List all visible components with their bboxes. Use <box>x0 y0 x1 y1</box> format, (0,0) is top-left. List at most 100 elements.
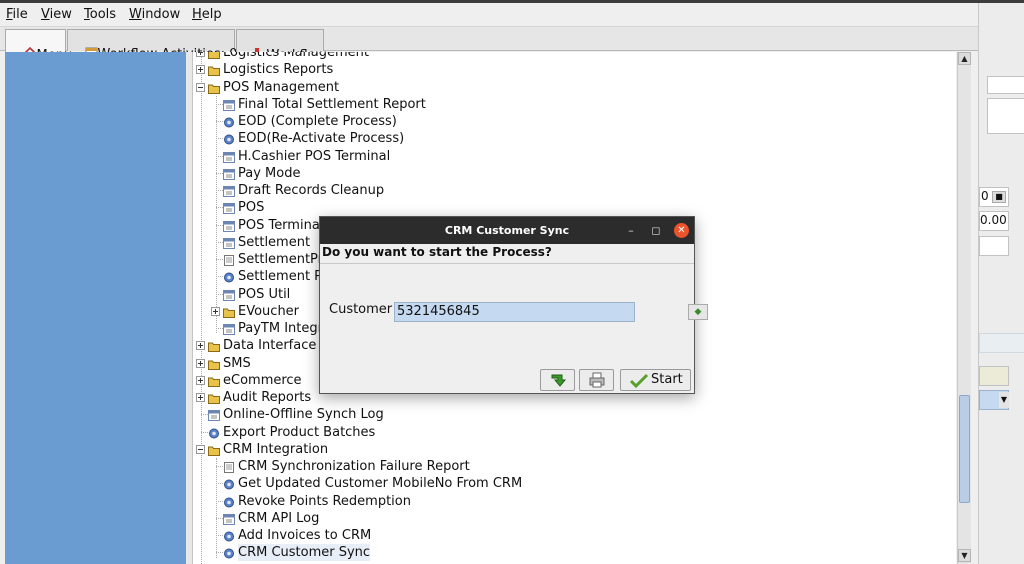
green-arrow-icon <box>551 374 566 387</box>
tree-item[interactable]: CRM Customer Sync <box>193 544 953 564</box>
tree-item-label: CRM API Log <box>238 510 320 526</box>
expand-icon[interactable] <box>196 65 205 75</box>
expand-icon[interactable] <box>196 52 205 57</box>
customer-value[interactable]: 5321456845 <box>397 304 480 319</box>
start-button-label: Start <box>651 372 683 387</box>
tree-item[interactable]: Final Total Settlement Report <box>193 96 953 113</box>
refresh-button[interactable] <box>540 369 575 391</box>
tree-item[interactable]: Revoke Points Redemption <box>193 493 953 510</box>
tree-connector <box>216 552 223 554</box>
expand-icon[interactable] <box>196 341 205 351</box>
tree-item-label: CRM Integration <box>223 441 329 457</box>
chevron-down-icon[interactable]: ▼ <box>999 392 1009 408</box>
tab-menu[interactable]: Menu <box>5 29 72 63</box>
customer-field[interactable]: 5321456845 ◆ <box>394 302 708 322</box>
tree-item-label: H.Cashier POS Terminal <box>238 148 391 164</box>
right-textarea[interactable] <box>987 98 1024 134</box>
tree-item-label: Data Interface <box>223 338 317 354</box>
menu-window[interactable]: Window <box>129 7 180 22</box>
customer-search-icon[interactable]: ◆ <box>688 304 708 320</box>
left-blue-pane <box>5 52 186 564</box>
tree-connector <box>216 466 223 467</box>
tree-connector <box>216 103 223 105</box>
right-field-3[interactable] <box>979 236 1009 256</box>
tree-item[interactable]: Pay Mode <box>193 165 953 182</box>
expand-icon[interactable] <box>196 358 205 368</box>
tree-item[interactable]: Draft Records Cleanup <box>193 182 953 199</box>
collapse-icon[interactable] <box>196 444 205 454</box>
tree-scrollbar[interactable]: ▲ ▼ <box>957 52 971 564</box>
tree-item[interactable]: CRM API Log <box>193 510 953 527</box>
tree-item[interactable]: Online-Offline Synch Log <box>193 406 953 423</box>
tab-workflow-activities[interactable]: Workflow Activities: 0 <box>67 29 237 62</box>
expand-icon[interactable] <box>196 375 205 385</box>
tree-connector <box>216 328 223 329</box>
tree-item-label: POS Util <box>238 286 291 302</box>
tree-connector <box>216 207 223 209</box>
right-field-1[interactable] <box>987 76 1024 94</box>
tree-item-label: Logistics Management <box>223 52 370 60</box>
tree-item-label: Export Product Batches <box>223 424 376 440</box>
dialog-titlebar[interactable]: CRM Customer Sync – ◻ ✕ <box>320 217 694 244</box>
expand-icon[interactable] <box>211 306 220 316</box>
tree-connector <box>216 190 223 191</box>
tree-connector <box>201 414 208 416</box>
menu-tools[interactable]: Tools <box>84 7 116 22</box>
tree-connector <box>216 535 223 536</box>
tree-folder[interactable]: CRM Integration <box>193 441 953 458</box>
tree-connector <box>216 121 223 122</box>
tree-item-label: Final Total Settlement Report <box>238 96 426 112</box>
checkmark-icon <box>629 373 649 389</box>
tree-folder[interactable]: Logistics Reports <box>193 61 953 78</box>
tree-item[interactable]: EOD(Re-Activate Process) <box>193 130 953 147</box>
tree-connector <box>216 224 223 226</box>
tree-connector <box>216 138 223 140</box>
tree-item[interactable]: EOD (Complete Process) <box>193 113 953 130</box>
tree-item[interactable]: Get Updated Customer MobileNo From CRM <box>193 475 953 492</box>
tree-item-label: Add Invoices to CRM <box>238 528 372 543</box>
scrollbar-thumb[interactable] <box>959 395 970 503</box>
scroll-up-icon[interactable]: ▲ <box>958 52 971 65</box>
tree-connector <box>216 293 223 295</box>
print-button[interactable] <box>579 369 614 391</box>
minimize-icon[interactable]: – <box>623 223 639 239</box>
tree-connector <box>216 155 223 157</box>
tree-item-label: Logistics Reports <box>223 62 334 78</box>
tree-item-label: eCommerce <box>223 372 302 388</box>
scroll-down-icon[interactable]: ▼ <box>958 549 971 562</box>
right-dropdown[interactable]: ▼ <box>979 390 1009 410</box>
tree-folder[interactable]: Logistics Management <box>193 52 953 61</box>
tree-item[interactable]: Export Product Batches <box>193 424 953 441</box>
tree-folder[interactable]: POS Management <box>193 79 953 96</box>
maximize-icon[interactable]: ◻ <box>648 223 664 239</box>
tree-item[interactable]: Add Invoices to CRM <box>193 527 953 544</box>
tree-connector <box>201 431 208 433</box>
tree-item-label: Online-Offline Synch Log <box>223 407 384 423</box>
close-icon[interactable]: ✕ <box>674 223 689 238</box>
tab-workflow[interactable]: Workflow <box>236 29 326 63</box>
tree-item-label: SettlementPr <box>238 252 324 267</box>
calculator-icon[interactable]: ■ <box>992 191 1006 203</box>
tree-item-label: Settlement P <box>238 269 323 285</box>
printer-icon <box>589 372 604 388</box>
right-field-number[interactable]: 0 ■ <box>979 187 1009 207</box>
tree-item[interactable]: H.Cashier POS Terminal <box>193 148 953 165</box>
tree-item-label: POS Terminal <box>238 217 324 233</box>
expand-icon[interactable] <box>196 393 205 402</box>
tree-item-label: CRM Synchronization Failure Report <box>238 459 470 474</box>
tree-item-label: Pay Mode <box>238 165 301 181</box>
right-field-4[interactable] <box>979 333 1024 353</box>
menu-help[interactable]: Help <box>192 7 222 22</box>
tree-item[interactable]: CRM Synchronization Failure Report <box>193 458 953 475</box>
start-button[interactable]: Start <box>620 369 691 391</box>
process-icon <box>223 547 235 564</box>
collapse-icon[interactable] <box>196 82 205 92</box>
tree-item[interactable]: POS <box>193 199 953 216</box>
tree-item-label: Get Updated Customer MobileNo From CRM <box>238 476 523 492</box>
right-field-5[interactable] <box>979 366 1009 386</box>
tree-item-label: Audit Reports <box>223 390 312 405</box>
tree-item-label: POS <box>238 200 265 216</box>
menu-view[interactable]: View <box>41 7 72 22</box>
right-field-amount[interactable]: 0.00 <box>979 211 1009 231</box>
menu-file[interactable]: File <box>6 7 28 22</box>
